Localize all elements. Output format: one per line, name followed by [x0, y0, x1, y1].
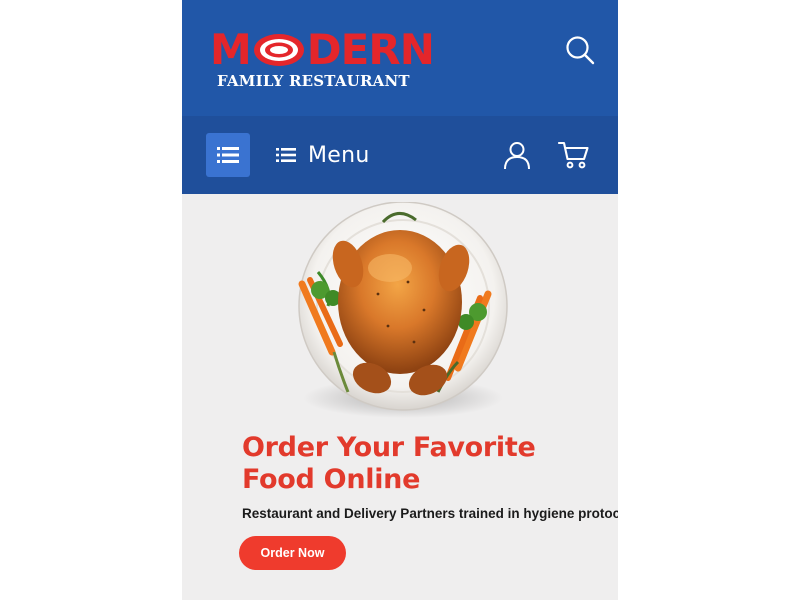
account-button[interactable]	[500, 138, 534, 172]
brand-logo[interactable]: M DERN FAMILY RESTAURANT	[210, 25, 435, 92]
logo-o-mark	[252, 32, 306, 68]
nav-toggle-button[interactable]	[206, 133, 250, 177]
hero-food-image	[288, 201, 518, 424]
logo-letters-dern: DERN	[306, 25, 435, 74]
logo-tagline: FAMILY RESTAURANT	[217, 72, 410, 90]
hero-title-line-1: Order Your Favorite	[242, 432, 536, 463]
site-header: M DERN FAMILY RESTAURANT	[182, 0, 618, 116]
logo-letter-m: M	[210, 25, 252, 74]
list-icon	[276, 148, 296, 162]
hero-title: Order Your Favorite Food Online	[242, 432, 582, 496]
logo-wordmark: M DERN	[210, 25, 435, 74]
user-icon	[504, 142, 530, 170]
cart-icon	[558, 141, 589, 169]
nav-bar: Menu	[182, 116, 618, 194]
hero-title-line-2: Food Online	[242, 464, 421, 495]
menu-label: Menu	[308, 142, 370, 168]
search-icon	[566, 36, 595, 65]
hero-subtitle: Restaurant and Delivery Partners trained…	[242, 506, 618, 521]
search-button[interactable]	[562, 32, 598, 68]
order-now-button[interactable]: Order Now	[239, 536, 346, 570]
mobile-viewport: M DERN FAMILY RESTAURANT Menu Order Your…	[182, 0, 618, 600]
cart-button[interactable]	[556, 138, 592, 172]
list-icon	[217, 147, 239, 163]
menu-link[interactable]: Menu	[276, 140, 370, 170]
